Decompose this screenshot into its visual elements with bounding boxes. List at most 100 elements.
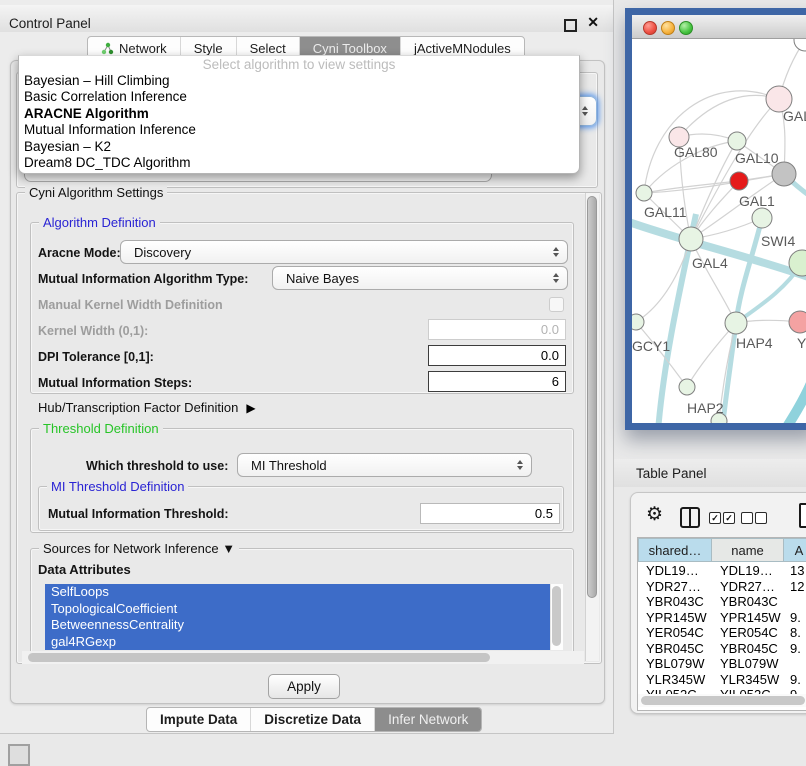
node-hap2[interactable] — [679, 379, 695, 395]
node-label: GAL11 — [644, 204, 687, 220]
cell-name: YPR145W — [720, 610, 781, 625]
expand-right-icon: ▶ — [246, 401, 255, 415]
dropdown-item[interactable]: Bayesian – K2 — [19, 139, 579, 155]
combo-stepper-icon — [553, 273, 559, 283]
gear-icon[interactable]: ⚙ — [646, 504, 663, 526]
manual-kernel-checkbox[interactable] — [549, 297, 564, 312]
sources-title-text: Sources for Network Inference — [43, 541, 219, 556]
unchecked-checkbox-icon[interactable] — [741, 512, 753, 524]
cell-value: 9. — [790, 672, 801, 687]
node-gal1[interactable] — [752, 208, 772, 228]
apply-button[interactable]: Apply — [268, 674, 340, 699]
table-rows-viewport: YDL19… YDL19… 13 YDR27… YDR27… 12 YBR043… — [638, 562, 806, 695]
table-row[interactable]: YBR045C YBR045C 9. — [638, 641, 806, 657]
tab-impute-data[interactable]: Impute Data — [147, 708, 250, 731]
settings-vscrollbar-thumb[interactable] — [587, 196, 597, 598]
mi-steps-label: Mutual Information Steps: — [38, 376, 192, 390]
settings-group-title: Cyni Algorithm Settings — [25, 185, 167, 200]
collapse-down-icon[interactable]: ▼ — [222, 541, 235, 556]
node-hap4[interactable] — [725, 312, 747, 334]
table-hscrollbar-thumb[interactable] — [641, 696, 805, 705]
cell-name: YER054C — [720, 625, 778, 640]
network-window-titlebar[interactable] — [632, 15, 806, 39]
cell-shared-name: YLR345W — [646, 672, 705, 687]
list-item[interactable]: TopologicalCoefficient — [45, 601, 550, 618]
dpi-tolerance-label: DPI Tolerance [0,1]: — [38, 350, 154, 364]
network-view-window[interactable]: GAL GAL80 GAL10 GAL1 GAL11 SWI4 GAL4 GCY… — [625, 8, 806, 430]
float-window-icon[interactable] — [564, 19, 577, 32]
table-row[interactable]: YDL19… YDL19… 13 — [638, 563, 806, 579]
which-threshold-combo[interactable]: MI Threshold — [237, 453, 532, 477]
document-icon[interactable] — [799, 503, 806, 528]
node-gal11[interactable] — [636, 185, 652, 201]
table-row[interactable]: YER054C YER054C 8. — [638, 625, 806, 641]
close-traffic-light[interactable] — [643, 21, 657, 35]
column-header-shared[interactable]: shared… — [638, 538, 712, 562]
checked-checkbox-icon[interactable]: ✓ — [723, 512, 735, 524]
table-row[interactable]: YLR345W YLR345W 9. — [638, 672, 806, 688]
tab-discretize-data[interactable]: Discretize Data — [250, 708, 374, 731]
edge[interactable] — [778, 381, 806, 423]
list-item[interactable]: gal4RGexp — [45, 634, 550, 651]
node-salmon[interactable] — [789, 311, 806, 333]
checked-checkbox-icon[interactable]: ✓ — [709, 512, 721, 524]
node-label: GAL4 — [692, 255, 728, 271]
column-header-name[interactable]: name — [711, 538, 784, 562]
network-canvas[interactable]: GAL GAL80 GAL10 GAL1 GAL11 SWI4 GAL4 GCY… — [632, 39, 806, 423]
dpi-tolerance-field[interactable]: 0.0 — [428, 345, 566, 366]
node-gal4[interactable] — [679, 227, 703, 251]
mi-threshold-label: Mutual Information Threshold: — [48, 507, 229, 521]
node-label: GCY1 — [632, 338, 670, 354]
table-row[interactable]: YPR145W YPR145W 9. — [638, 610, 806, 626]
mi-threshold-field[interactable]: 0.5 — [420, 503, 560, 524]
cell-shared-name: YDR27… — [646, 579, 701, 594]
algorithm-definition-title: Algorithm Definition — [39, 215, 160, 230]
columns-icon[interactable] — [680, 507, 700, 528]
unchecked-checkbox-icon[interactable] — [755, 512, 767, 524]
table-row[interactable]: YBL079W YBL079W — [638, 656, 806, 672]
aracne-mode-combo[interactable]: Discovery — [120, 240, 568, 264]
mi-type-combo[interactable]: Naive Bayes — [272, 266, 568, 290]
apply-button-label: Apply — [287, 679, 321, 694]
cell-name: YDL19… — [720, 563, 773, 578]
kernel-width-field[interactable]: 0.0 — [428, 319, 566, 340]
dropdown-item-selected[interactable]: ARACNE Algorithm — [19, 106, 579, 122]
cell-shared-name: YBL079W — [646, 656, 705, 671]
column-header-partial[interactable]: A — [783, 538, 806, 562]
dropdown-item[interactable]: Bayesian – Hill Climbing — [19, 73, 579, 89]
cell-value: 9. — [790, 610, 801, 625]
cell-name: YBR043C — [720, 594, 778, 609]
dropdown-item[interactable]: Mutual Information Inference — [19, 122, 579, 138]
cell-name: YDR27… — [720, 579, 775, 594]
dock-panel-icon[interactable] — [8, 744, 30, 766]
list-vscrollbar-thumb[interactable] — [552, 586, 561, 646]
combo-stepper-icon — [553, 247, 559, 257]
list-item[interactable]: BetweennessCentrality — [45, 617, 550, 634]
node-red-selected[interactable] — [730, 172, 748, 190]
zoom-traffic-light[interactable] — [679, 21, 693, 35]
hub-definition-expander[interactable]: Hub/Transcription Factor Definition ▶ — [38, 400, 256, 415]
kernel-width-label: Kernel Width (0,1): — [38, 324, 148, 338]
node[interactable] — [794, 39, 806, 51]
tab-infer-network[interactable]: Infer Network — [374, 708, 481, 731]
table-row[interactable]: YDR27… YDR27… 12 — [638, 579, 806, 595]
hub-definition-label: Hub/Transcription Factor Definition — [38, 400, 238, 415]
node-gal10[interactable] — [728, 132, 746, 150]
edge[interactable] — [644, 181, 739, 193]
tab-jactivemnodules-label: jActiveMNodules — [414, 41, 511, 56]
mi-steps-field[interactable]: 6 — [428, 371, 566, 392]
node-label: HAP2 — [687, 400, 724, 416]
dropdown-item[interactable]: Basic Correlation Inference — [19, 89, 579, 105]
cell-value: 12 — [790, 579, 804, 594]
mi-type-value: Naive Bayes — [286, 271, 359, 286]
node-gcy1[interactable] — [632, 314, 644, 330]
table-row[interactable]: YBR043C YBR043C — [638, 594, 806, 610]
settings-hscrollbar-thumb[interactable] — [28, 653, 490, 662]
mi-threshold-group-title: MI Threshold Definition — [47, 479, 188, 494]
dropdown-item[interactable]: Dream8 DC_TDC Algorithm — [19, 155, 579, 171]
close-icon[interactable]: ✕ — [587, 15, 599, 29]
minimize-traffic-light[interactable] — [661, 21, 675, 35]
list-item[interactable]: SelfLoops — [45, 584, 550, 601]
which-threshold-label: Which threshold to use: — [86, 459, 228, 473]
which-threshold-value: MI Threshold — [251, 458, 327, 473]
